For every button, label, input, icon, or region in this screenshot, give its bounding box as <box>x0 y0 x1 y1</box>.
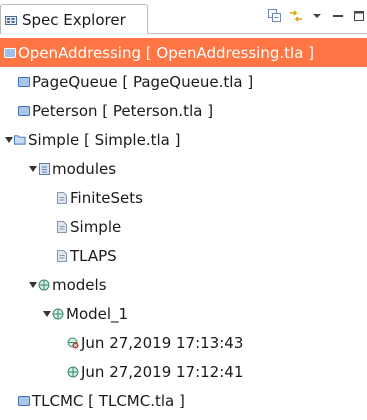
minimize-icon[interactable] <box>330 8 346 24</box>
expand-arrow-icon[interactable] <box>28 163 37 175</box>
spec-explorer-icon <box>5 14 17 26</box>
tree-item-snapshot-2[interactable]: Jun 27,2019 17:12:41 <box>0 357 367 386</box>
module-label: FiniteSets <box>70 188 143 207</box>
tree-item-simple[interactable]: Simple [ Simple.tla ] <box>0 125 367 154</box>
expand-arrow-icon[interactable] <box>42 308 51 320</box>
collapse-all-icon[interactable] <box>267 8 283 24</box>
expand-arrow-icon[interactable] <box>28 279 37 291</box>
module-label: TLAPS <box>70 246 117 265</box>
model-icon <box>52 308 64 320</box>
tree-item-modules-folder[interactable]: modules <box>0 154 367 183</box>
tree-item-openaddressing[interactable]: OpenAddressing [ OpenAddressing.tla ] <box>0 38 367 67</box>
view-header: Spec Explorer <box>0 0 367 34</box>
spec-tree: OpenAddressing [ OpenAddressing.tla ] Pa… <box>0 38 367 415</box>
models-folder-icon <box>38 279 50 291</box>
spec-label: Simple [ Simple.tla ] <box>28 130 181 149</box>
snapshot-error-icon <box>67 337 79 349</box>
view-menu-icon[interactable] <box>309 8 325 24</box>
tree-item-pagequeue[interactable]: PageQueue [ PageQueue.tla ] <box>0 67 367 96</box>
snapshot-label: Jun 27,2019 17:13:43 <box>81 333 244 352</box>
spec-icon <box>18 76 30 88</box>
models-folder-label: models <box>52 275 107 294</box>
maximize-icon[interactable] <box>351 8 367 24</box>
spec-icon <box>4 47 16 59</box>
snapshot-label: Jun 27,2019 17:12:41 <box>81 362 244 381</box>
model-label: Model_1 <box>66 304 129 323</box>
module-file-icon <box>56 249 68 262</box>
spec-icon <box>18 105 30 117</box>
view-title: Spec Explorer <box>22 10 126 29</box>
module-file-icon <box>56 220 68 233</box>
tree-item-models-folder[interactable]: models <box>0 270 367 299</box>
spec-label: PageQueue [ PageQueue.tla ] <box>32 72 254 91</box>
spec-label: OpenAddressing [ OpenAddressing.tla ] <box>18 43 315 62</box>
open-spec-icon <box>14 134 26 146</box>
expand-arrow-icon[interactable] <box>4 134 13 146</box>
tree-item-peterson[interactable]: Peterson [ Peterson.tla ] <box>0 96 367 125</box>
tree-item-tlcmc[interactable]: TLCMC [ TLCMC.tla ] <box>0 386 367 415</box>
modules-folder-icon <box>38 162 50 175</box>
snapshot-icon <box>67 366 79 378</box>
spec-explorer-tab[interactable]: Spec Explorer <box>0 4 148 34</box>
spec-label: TLCMC [ TLCMC.tla ] <box>32 391 185 410</box>
tree-item-module-finitesets[interactable]: FiniteSets <box>0 183 367 212</box>
tree-item-module-simple[interactable]: Simple <box>0 212 367 241</box>
module-file-icon <box>56 191 68 204</box>
tree-item-module-tlaps[interactable]: TLAPS <box>0 241 367 270</box>
spec-icon <box>18 395 30 407</box>
link-with-editor-icon[interactable] <box>288 8 304 24</box>
module-label: Simple <box>70 217 122 236</box>
tree-item-snapshot-1[interactable]: Jun 27,2019 17:13:43 <box>0 328 367 357</box>
modules-folder-label: modules <box>52 159 117 178</box>
view-toolbar <box>267 5 367 27</box>
tree-item-model-1[interactable]: Model_1 <box>0 299 367 328</box>
spec-label: Peterson [ Peterson.tla ] <box>32 101 214 120</box>
